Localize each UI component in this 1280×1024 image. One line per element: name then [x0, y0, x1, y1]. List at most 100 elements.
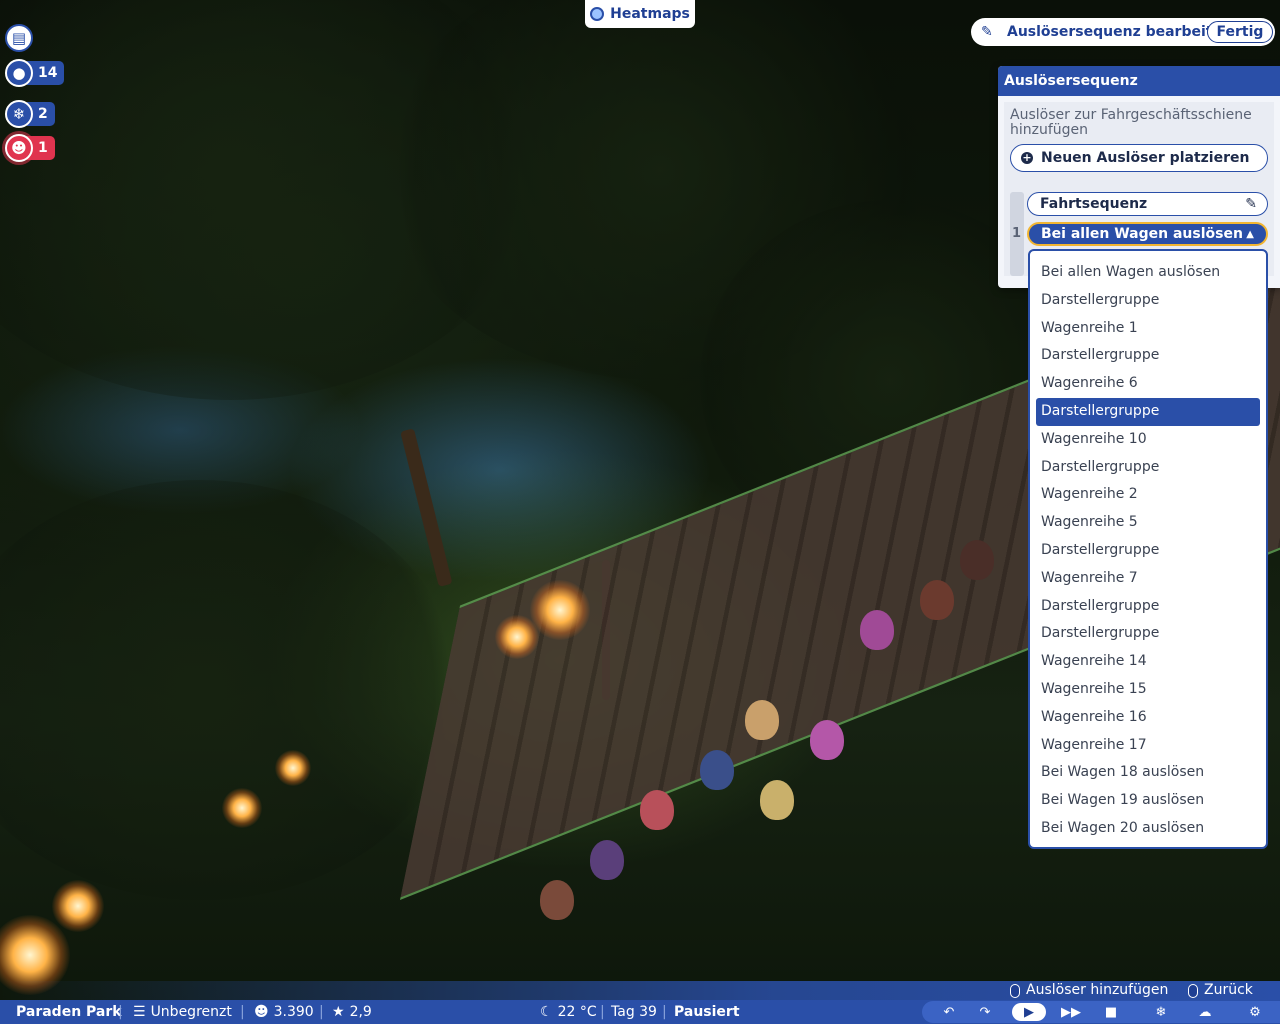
alerts-button[interactable]: ● 14	[5, 59, 65, 87]
dropdown-option[interactable]: Darstellergruppe	[1030, 620, 1266, 648]
park-rating-value: 2,9	[349, 1004, 372, 1020]
guest	[760, 780, 794, 820]
gear-icon[interactable]: ⚙	[1246, 1003, 1264, 1021]
control-hints-bar: Auslöser hinzufügen Zurück	[0, 981, 1280, 1000]
chevron-up-icon: ▲	[1246, 228, 1254, 240]
edit-bar-title: Auslösersequenz bearbeiten	[1007, 24, 1232, 40]
hint-back: Zurück	[1188, 981, 1253, 1000]
dropdown-option[interactable]: Wagenreihe 7	[1030, 565, 1266, 593]
trigger-type-value: Bei allen Wagen auslösen	[1041, 226, 1243, 242]
guest-count-value: 3.390	[273, 1004, 314, 1020]
dropdown-option[interactable]: Darstellergruppe	[1030, 537, 1266, 565]
dropdown-option[interactable]: Bei allen Wagen auslösen	[1030, 259, 1266, 287]
rides-button[interactable]: ❄ 2	[5, 100, 55, 128]
hint-add-trigger-label: Auslöser hinzufügen	[1026, 982, 1169, 998]
weather-icon[interactable]: ☁	[1196, 1003, 1214, 1021]
heatmaps-button[interactable]: Heatmaps	[585, 0, 695, 28]
sequence-edit-icon: ✎	[981, 24, 993, 40]
guests-icon[interactable]: ☻	[5, 134, 33, 162]
dropdown-option[interactable]: Wagenreihe 14	[1030, 648, 1266, 676]
dropdown-option[interactable]: Bei Wagen 18 auslösen	[1030, 759, 1266, 787]
sequence-index: 1	[1012, 226, 1022, 241]
day-value: Tag 39	[611, 1004, 657, 1020]
dropdown-option[interactable]: Darstellergruppe	[1030, 593, 1266, 621]
game-state-display: Pausiert	[674, 1000, 740, 1024]
fast-forward-icon[interactable]: ▶▶	[1061, 1003, 1081, 1021]
hint-add-trigger: Auslöser hinzufügen	[1010, 981, 1168, 1000]
lantern-light	[222, 788, 262, 828]
dropdown-option[interactable]: Darstellergruppe	[1030, 287, 1266, 315]
edit-trigger-sequence-bar: ✎ Auslösersequenz bearbeiten Fertig	[971, 18, 1275, 46]
dropdown-option-highlighted[interactable]: Darstellergruppe	[1036, 397, 1260, 426]
separator: |	[240, 1004, 245, 1020]
trigger-type-select[interactable]: Bei allen Wagen auslösen ▲	[1027, 222, 1268, 246]
done-button[interactable]: Fertig	[1207, 21, 1273, 43]
guest	[920, 580, 954, 620]
park-name[interactable]: Paraden Park	[16, 1000, 122, 1024]
coins-icon: ☰	[133, 1004, 146, 1020]
mouse-left-click-icon	[1010, 983, 1020, 998]
guest	[640, 790, 674, 830]
dropdown-option[interactable]: Wagenreihe 17	[1030, 732, 1266, 760]
play-icon[interactable]: ▶	[1012, 1003, 1046, 1021]
guests-alert-button[interactable]: ☻ 1	[5, 134, 55, 162]
heatmaps-label: Heatmaps	[610, 6, 690, 22]
lantern-light	[530, 580, 590, 640]
separator: |	[118, 1004, 123, 1020]
hint-back-label: Zurück	[1204, 982, 1253, 998]
dropdown-option[interactable]: Wagenreihe 6	[1030, 370, 1266, 398]
separator: |	[662, 1004, 667, 1020]
heatmap-icon	[590, 7, 605, 21]
dropdown-option[interactable]: Darstellergruppe	[1030, 454, 1266, 482]
park-rating-display[interactable]: ★ 2,9	[332, 1000, 372, 1024]
plus-icon: +	[1021, 151, 1033, 164]
money-display[interactable]: ☰ Unbegrenzt	[133, 1000, 232, 1024]
dropdown-option[interactable]: Darstellergruppe	[1030, 342, 1266, 370]
guest	[540, 880, 574, 920]
dropdown-option[interactable]: Wagenreihe 5	[1030, 509, 1266, 537]
dropdown-option[interactable]: Wagenreihe 15	[1030, 676, 1266, 704]
undo-icon[interactable]: ↶	[940, 1003, 958, 1021]
notifications-tasks[interactable]: ▤	[5, 24, 33, 52]
dropdown-option[interactable]: Wagenreihe 2	[1030, 481, 1266, 509]
dropdown-option[interactable]: Wagenreihe 10	[1030, 426, 1266, 454]
dropdown-option[interactable]: Wagenreihe 1	[1030, 315, 1266, 343]
guest	[700, 750, 734, 790]
bell-icon[interactable]: ●	[5, 59, 33, 87]
add-trigger-hint: Auslöser zur Fahrgeschäftsschiene hinzuf…	[1010, 107, 1252, 138]
ferris-wheel-icon[interactable]: ❄	[1152, 1003, 1170, 1021]
star-icon: ★	[332, 1004, 345, 1020]
dropdown-option[interactable]: Bei Wagen 19 auslösen	[1030, 787, 1266, 815]
lantern-light	[275, 750, 311, 786]
separator: |	[600, 1004, 605, 1020]
panel-title: Auslösersequenz	[998, 66, 1280, 96]
guest	[960, 540, 994, 580]
guest-count-display[interactable]: ☻ 3.390	[254, 1000, 314, 1024]
day-display: Tag 39	[611, 1000, 657, 1024]
guests-icon: ☻	[254, 1004, 269, 1020]
money-value: Unbegrenzt	[150, 1004, 232, 1020]
weather-display[interactable]: ☾ 22 °C	[540, 1000, 597, 1024]
lantern-light	[495, 615, 539, 659]
ferris-wheel-icon[interactable]: ❄	[5, 100, 33, 128]
pencil-icon[interactable]: ✎	[1245, 196, 1257, 212]
moon-icon: ☾	[540, 1004, 553, 1020]
tree-canopy	[0, 480, 460, 900]
sequence-name-field[interactable]: Fahrtsequenz ✎	[1027, 192, 1268, 216]
guest	[590, 840, 624, 880]
guest	[810, 720, 844, 760]
guest	[745, 700, 779, 740]
trigger-type-dropdown: Bei allen Wagen auslösen Darstellergrupp…	[1028, 249, 1268, 849]
lantern-light	[52, 880, 104, 932]
guest	[860, 610, 894, 650]
time-controls: ↶ ↷ ▶ ▶▶ ■ ❄ ☁ ⚙	[922, 1001, 1280, 1023]
clipboard-icon[interactable]: ▤	[5, 24, 33, 52]
camera-icon[interactable]: ■	[1102, 1003, 1120, 1021]
temperature-value: 22 °C	[557, 1004, 597, 1020]
redo-icon[interactable]: ↷	[976, 1003, 994, 1021]
place-new-trigger-button[interactable]: + Neuen Auslöser platzieren	[1010, 144, 1268, 172]
dropdown-option[interactable]: Bei Wagen 20 auslösen	[1030, 815, 1266, 843]
mouse-right-click-icon	[1188, 983, 1198, 998]
dropdown-option[interactable]: Wagenreihe 16	[1030, 704, 1266, 732]
place-new-trigger-label: Neuen Auslöser platzieren	[1041, 150, 1250, 166]
